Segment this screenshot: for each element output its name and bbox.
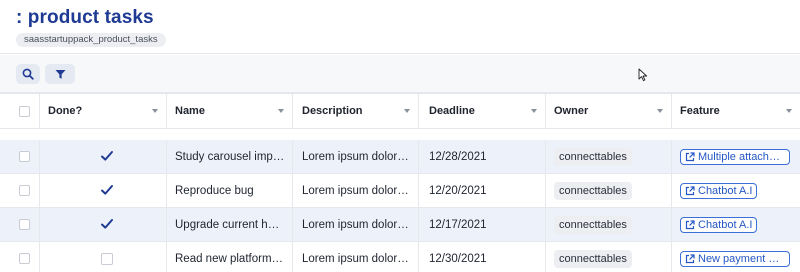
column-header-done[interactable]: Done? [40, 94, 167, 128]
toolbar [0, 55, 800, 93]
mouse-cursor-icon [638, 68, 648, 82]
task-name: Upgrade current hardware [175, 218, 285, 231]
chevron-down-icon[interactable] [152, 109, 158, 113]
column-header-description[interactable]: Description [293, 94, 419, 128]
filter-icon [55, 69, 65, 79]
owner-chip: connecttables [554, 249, 632, 268]
chevron-down-icon[interactable] [404, 109, 410, 113]
page-header: : product tasks saasstartuppack_product_… [0, 0, 800, 54]
row-select-checkbox[interactable] [18, 151, 30, 162]
chevron-down-icon[interactable] [531, 109, 537, 113]
task-deadline: 12/17/2021 [429, 218, 487, 231]
chevron-down-icon[interactable] [786, 109, 792, 113]
select-all-cell [9, 94, 40, 128]
done-checkbox[interactable] [101, 184, 113, 197]
feature-link-chip[interactable]: Chatbot A.I [680, 182, 758, 199]
table-row[interactable]: Read new platform's documentation Lorem … [0, 242, 800, 272]
column-header-deadline[interactable]: Deadline [419, 94, 546, 128]
chevron-down-icon[interactable] [657, 109, 663, 113]
table-name-badge: saasstartuppack_product_tasks [16, 33, 166, 47]
feature-link-chip[interactable]: Chatbot A.I [680, 216, 758, 233]
owner-chip: connecttables [554, 181, 632, 200]
checkmark-icon [101, 150, 113, 161]
feature-link-chip[interactable]: Multiple attachments [680, 148, 790, 165]
external-link-icon [685, 151, 695, 161]
task-deadline: 12/28/2021 [429, 150, 487, 163]
task-description: Lorem ipsum dolor sit amet [302, 252, 410, 265]
done-checkbox[interactable] [101, 252, 113, 265]
column-header-owner[interactable]: Owner [546, 94, 672, 128]
filter-button[interactable] [45, 64, 75, 84]
table-row[interactable]: Upgrade current hardware Lorem ipsum dol… [0, 208, 800, 242]
table-row[interactable]: Reproduce bug Lorem ipsum dolor sit amet… [0, 174, 800, 208]
task-name: Read new platform's documentation [175, 252, 285, 265]
task-description: Lorem ipsum dolor sit amet [302, 184, 410, 197]
search-icon [22, 68, 34, 80]
done-checkbox[interactable] [101, 218, 113, 231]
row-select-checkbox[interactable] [18, 253, 30, 264]
owner-chip: connecttables [554, 147, 632, 166]
table-row[interactable]: Study carousel implementation Lorem ipsu… [0, 140, 800, 174]
task-name: Study carousel implementation [175, 150, 285, 163]
table-header-row: Done? Name Description Deadline Owner Fe… [0, 93, 800, 129]
chevron-down-icon[interactable] [278, 109, 284, 113]
page-title: : product tasks [16, 7, 154, 28]
task-description: Lorem ipsum dolor sit amet [302, 218, 410, 231]
external-link-icon [685, 185, 695, 195]
task-description: Lorem ipsum dolor sit amet [302, 150, 410, 163]
external-link-icon [685, 253, 695, 263]
feature-link-chip[interactable]: New payment platform [680, 250, 790, 267]
search-button[interactable] [16, 64, 40, 84]
checkmark-icon [101, 184, 113, 195]
checkmark-icon [101, 218, 113, 229]
external-link-icon [685, 219, 695, 229]
column-header-name[interactable]: Name [167, 94, 293, 128]
done-checkbox[interactable] [101, 150, 113, 163]
row-select-checkbox[interactable] [18, 185, 30, 196]
task-deadline: 12/30/2021 [429, 252, 487, 265]
column-header-feature[interactable]: Feature [672, 94, 800, 128]
task-deadline: 12/20/2021 [429, 184, 487, 197]
select-all-checkbox[interactable] [18, 105, 30, 117]
task-name: Reproduce bug [175, 184, 254, 197]
row-select-checkbox[interactable] [18, 219, 30, 230]
owner-chip: connecttables [554, 215, 632, 234]
